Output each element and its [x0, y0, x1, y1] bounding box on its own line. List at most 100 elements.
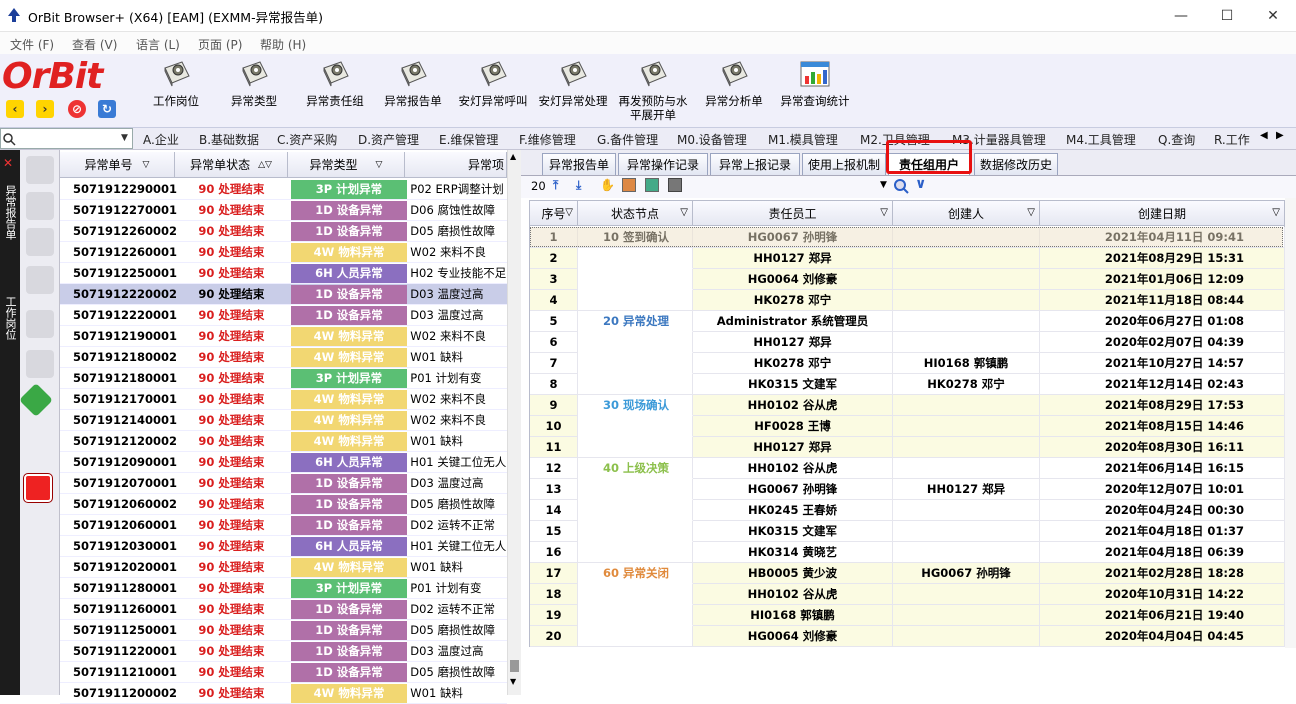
table-row[interactable]: 5071911250001 90 处理结束 1D 设备异常 D05 磨损性故障 [60, 620, 507, 641]
scroll-down-icon[interactable]: ▼ [510, 677, 516, 686]
module-tab-6[interactable]: G.备件管理 [597, 131, 658, 148]
side-tab-exception-report[interactable]: 异常报告单 [2, 185, 18, 240]
col-header-seq[interactable]: 序号 ▽ [530, 201, 578, 226]
table-row[interactable]: 5071912060002 90 处理结束 1D 设备异常 D05 磨损性故障 [60, 494, 507, 515]
table-row[interactable]: 5071912220001 90 处理结束 1D 设备异常 D03 温度过高 [60, 305, 507, 326]
table-row[interactable]: 5071912260001 90 处理结束 4W 物料异常 W02 来料不良 [60, 242, 507, 263]
toolbar-button-0[interactable]: 工作岗位 [146, 58, 206, 126]
refresh-icon[interactable]: ↻ [98, 100, 116, 118]
toolbar-button-1[interactable]: 异常类型 [225, 58, 283, 126]
dropdown-arrow-icon[interactable]: ▼ [121, 133, 128, 143]
page-size[interactable]: 20 [531, 179, 546, 193]
delete-icon[interactable] [26, 350, 54, 378]
module-tab-8[interactable]: M1.模具管理 [768, 131, 838, 148]
table-row[interactable]: 5071912260002 90 处理结束 1D 设备异常 D05 磨损性故障 [60, 221, 507, 242]
copy-doc-icon[interactable] [26, 192, 54, 220]
col-header-status[interactable]: 异常单状态 △▽ [175, 152, 288, 178]
back-icon[interactable]: ‹ [6, 100, 24, 118]
table-row[interactable]: 5071912030001 90 处理结束 6H 人员异常 H01 关键工位无人 [60, 536, 507, 557]
module-tab-7[interactable]: M0.设备管理 [677, 131, 747, 148]
col-header-type[interactable]: 异常类型 ▽ [288, 152, 405, 178]
module-tab-13[interactable]: R.工作 [1214, 131, 1254, 148]
table-row[interactable]: 5071912290001 90 处理结束 3P 计划异常 P02 ERP调整计划 [60, 179, 507, 200]
forward-icon[interactable]: › [36, 100, 54, 118]
table-row[interactable]: 5071912120002 90 处理结束 4W 物料异常 W01 缺料 [60, 431, 507, 452]
maximize-button[interactable]: ☐ [1204, 0, 1250, 32]
col-header-date[interactable]: 创建日期 ▽ [1040, 201, 1285, 226]
col-header-no[interactable]: 异常单号 ▽ [60, 152, 175, 178]
tab-5[interactable]: 数据修改历史 [974, 153, 1058, 175]
hand-icon[interactable]: ✋ [600, 178, 615, 192]
copy-icon[interactable] [622, 178, 636, 192]
module-search-input[interactable] [0, 128, 133, 149]
close-panel-icon[interactable]: ✕ [3, 156, 13, 170]
toolbar-button-4[interactable]: 安灯异常呼叫 [456, 58, 530, 126]
stop-icon[interactable]: ⊘ [68, 100, 86, 118]
module-tab-3[interactable]: D.资产管理 [358, 131, 419, 148]
toolbar-button-7[interactable]: 异常分析单 [702, 58, 766, 126]
scroll-thumb[interactable] [510, 660, 519, 672]
table-row[interactable]: 5071912070001 90 处理结束 1D 设备异常 D03 温度过高 [60, 473, 507, 494]
table-row[interactable]: 5071912190001 90 处理结束 4W 物料异常 W02 来料不良 [60, 326, 507, 347]
menu-language[interactable]: 语言 (L) [136, 36, 180, 53]
menu-view[interactable]: 查看 (V) [72, 36, 117, 53]
table-row[interactable]: 5071912090001 90 处理结束 6H 人员异常 H01 关键工位无人 [60, 452, 507, 473]
menu-file[interactable]: 文件 (F) [10, 36, 54, 53]
save-icon[interactable] [26, 266, 54, 294]
move-top-icon[interactable]: ⤒ [553, 178, 558, 193]
col-header-node[interactable]: 状态节点 ▽ [578, 201, 693, 226]
table-row[interactable]: 5071911260001 90 处理结束 1D 设备异常 D02 运转不正常 [60, 599, 507, 620]
toolbar-button-6[interactable]: 再发预防与水平展开单 [614, 58, 692, 126]
table-row[interactable]: 5071912060001 90 处理结束 1D 设备异常 D02 运转不正常 [60, 515, 507, 536]
toolbar-button-8[interactable]: 异常查询统计 [776, 58, 854, 126]
scroll-right-icon[interactable]: ▶ [1276, 130, 1284, 141]
new-doc-icon[interactable] [26, 156, 54, 184]
module-tab-0[interactable]: A.企业 [143, 131, 179, 148]
module-tab-2[interactable]: C.资产采购 [277, 131, 337, 148]
module-tab-1[interactable]: B.基础数据 [199, 131, 259, 148]
zoom-icon[interactable] [893, 178, 909, 194]
table-row[interactable]: 5071911210001 90 处理结束 1D 设备异常 D05 磨损性故障 [60, 662, 507, 683]
left-grid-scrollbar[interactable]: ▲ ▼ [507, 150, 521, 695]
table-row[interactable]: 5071912180001 90 处理结束 3P 计划异常 P01 计划有变 [60, 368, 507, 389]
col-header-item[interactable]: 异常项 [405, 152, 507, 178]
module-tab-11[interactable]: M4.工具管理 [1066, 131, 1136, 148]
undo-icon[interactable] [26, 310, 54, 338]
table-row[interactable]: 5071912250001 90 处理结束 6H 人员异常 H02 专业技能不足 [60, 263, 507, 284]
move-bottom-icon[interactable]: ⤓ [576, 178, 581, 193]
exit-icon[interactable] [23, 473, 53, 503]
grid-settings-icon[interactable] [668, 178, 682, 192]
table-row[interactable]: 5071912220002 90 处理结束 1D 设备异常 D03 温度过高 [60, 284, 507, 305]
menu-help[interactable]: 帮助 (H) [260, 36, 306, 53]
right-grid-scrollbar[interactable] [1285, 198, 1296, 648]
side-tab-work-post[interactable]: 工作岗位 [2, 296, 18, 340]
table-row[interactable]: 5071912180002 90 处理结束 4W 物料异常 W01 缺料 [60, 347, 507, 368]
table-row[interactable]: 5071911220001 90 处理结束 1D 设备异常 D03 温度过高 [60, 641, 507, 662]
tab-3[interactable]: 使用上报机制 [802, 153, 886, 175]
scroll-up-icon[interactable]: ▲ [510, 152, 516, 161]
module-tab-4[interactable]: E.维保管理 [439, 131, 498, 148]
tab-0[interactable]: 异常报告单 [542, 153, 616, 175]
close-button[interactable]: ✕ [1250, 0, 1296, 32]
col-header-employee[interactable]: 责任员工 ▽ [693, 201, 893, 226]
table-row[interactable]: 5071912020001 90 处理结束 4W 物料异常 W01 缺料 [60, 557, 507, 578]
module-tab-5[interactable]: F.维修管理 [519, 131, 576, 148]
tab-1[interactable]: 异常操作记录 [618, 153, 708, 175]
tab-2[interactable]: 异常上报记录 [710, 153, 800, 175]
col-header-creator[interactable]: 创建人 ▽ [893, 201, 1040, 226]
toolbar-button-3[interactable]: 异常报告单 [382, 58, 444, 126]
toolbar-dropdown-icon[interactable]: ▼ [880, 180, 887, 190]
toolbar-button-5[interactable]: 安灯异常处理 [536, 58, 610, 126]
table-row[interactable]: 5071912140001 90 处理结束 4W 物料异常 W02 来料不良 [60, 410, 507, 431]
menu-page[interactable]: 页面 (P) [198, 36, 242, 53]
table-row[interactable]: 5071911200002 90 处理结束 4W 物料异常 W01 缺料 [60, 683, 507, 704]
table-row[interactable]: 5071912270001 90 处理结束 1D 设备异常 D06 腐蚀性故障 [60, 200, 507, 221]
table-row[interactable]: 5071911280001 90 处理结束 3P 计划异常 P01 计划有变 [60, 578, 507, 599]
export-icon[interactable] [645, 178, 659, 192]
edit-icon[interactable] [26, 228, 54, 256]
table-row[interactable]: 5071912170001 90 处理结束 4W 物料异常 W02 来料不良 [60, 389, 507, 410]
module-tab-12[interactable]: Q.查询 [1158, 131, 1195, 148]
collapse-icon[interactable]: ∨ [915, 176, 926, 192]
scroll-left-icon[interactable]: ◀ [1260, 130, 1268, 141]
minimize-button[interactable]: — [1158, 0, 1204, 32]
